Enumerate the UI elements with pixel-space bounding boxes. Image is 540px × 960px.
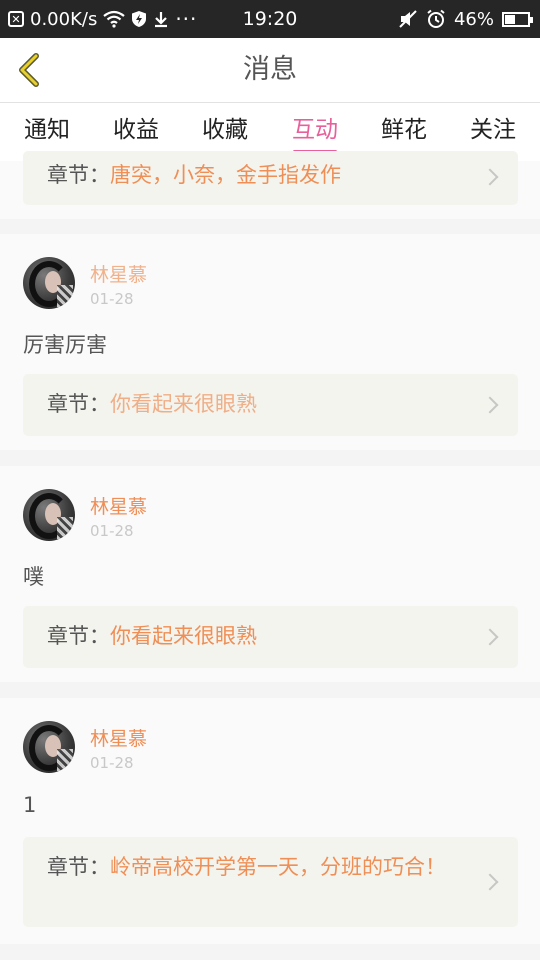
tab-interaction-label: 互动 xyxy=(292,117,338,143)
message-card: 林星慕 01-28 厉害厉害 章节：你看起来很眼熟 xyxy=(0,234,540,450)
chapter-label: 章节： xyxy=(47,163,110,187)
avatar[interactable] xyxy=(23,489,75,541)
comment-text: 厉害厉害 xyxy=(23,333,107,357)
nav-header: 消息 xyxy=(0,38,540,103)
comment-text: 1 xyxy=(23,793,37,817)
chapter-name: 你看起来很眼熟 xyxy=(110,392,257,416)
chapter-link[interactable]: 章节：你看起来很眼熟 xyxy=(23,374,518,436)
avatar[interactable] xyxy=(23,721,75,773)
message-date: 01-28 xyxy=(90,290,134,308)
chapter-name: 唐突，小奈，金手指发作 xyxy=(110,163,341,187)
avatar[interactable] xyxy=(23,257,75,309)
chevron-right-icon xyxy=(481,628,499,646)
message-card: 林星慕 01-28 1 章节：岭帝高校开学第一天，分班的巧合！ xyxy=(0,698,540,944)
comment-text: 噗 xyxy=(23,565,44,589)
chapter-name: 岭帝高校开学第一天，分班的巧合！ xyxy=(110,855,446,879)
chapter-label: 章节： xyxy=(47,855,110,879)
message-card: 章节：唐突，小奈，金手指发作 xyxy=(0,151,540,219)
alarm-icon xyxy=(427,9,445,28)
mute-icon xyxy=(399,10,417,28)
message-date: 01-28 xyxy=(90,754,134,772)
username[interactable]: 林星慕 xyxy=(90,492,147,519)
chapter-link[interactable]: 章节：唐突，小奈，金手指发作 xyxy=(23,151,518,205)
username[interactable]: 林星慕 xyxy=(90,724,147,751)
message-date: 01-28 xyxy=(90,522,134,540)
chapter-name: 你看起来很眼熟 xyxy=(110,624,257,648)
page-title: 消息 xyxy=(243,54,297,85)
chevron-right-icon xyxy=(481,396,499,414)
username[interactable]: 林星慕 xyxy=(90,260,147,287)
status-bar: ✕ 0.00K/s ··· 19:20 46% xyxy=(0,0,540,38)
message-card: 林星慕 01-28 噗 章节：你看起来很眼熟 xyxy=(0,466,540,682)
chapter-link[interactable]: 章节：岭帝高校开学第一天，分班的巧合！ xyxy=(23,837,518,927)
status-right: 46% xyxy=(398,0,533,38)
chapter-label: 章节： xyxy=(47,392,110,416)
chevron-right-icon xyxy=(481,873,499,891)
battery-icon xyxy=(502,11,533,27)
chapter-label: 章节： xyxy=(47,624,110,648)
chapter-link[interactable]: 章节：你看起来很眼熟 xyxy=(23,606,518,668)
battery-percent: 46% xyxy=(453,8,494,30)
chevron-right-icon xyxy=(481,168,499,186)
